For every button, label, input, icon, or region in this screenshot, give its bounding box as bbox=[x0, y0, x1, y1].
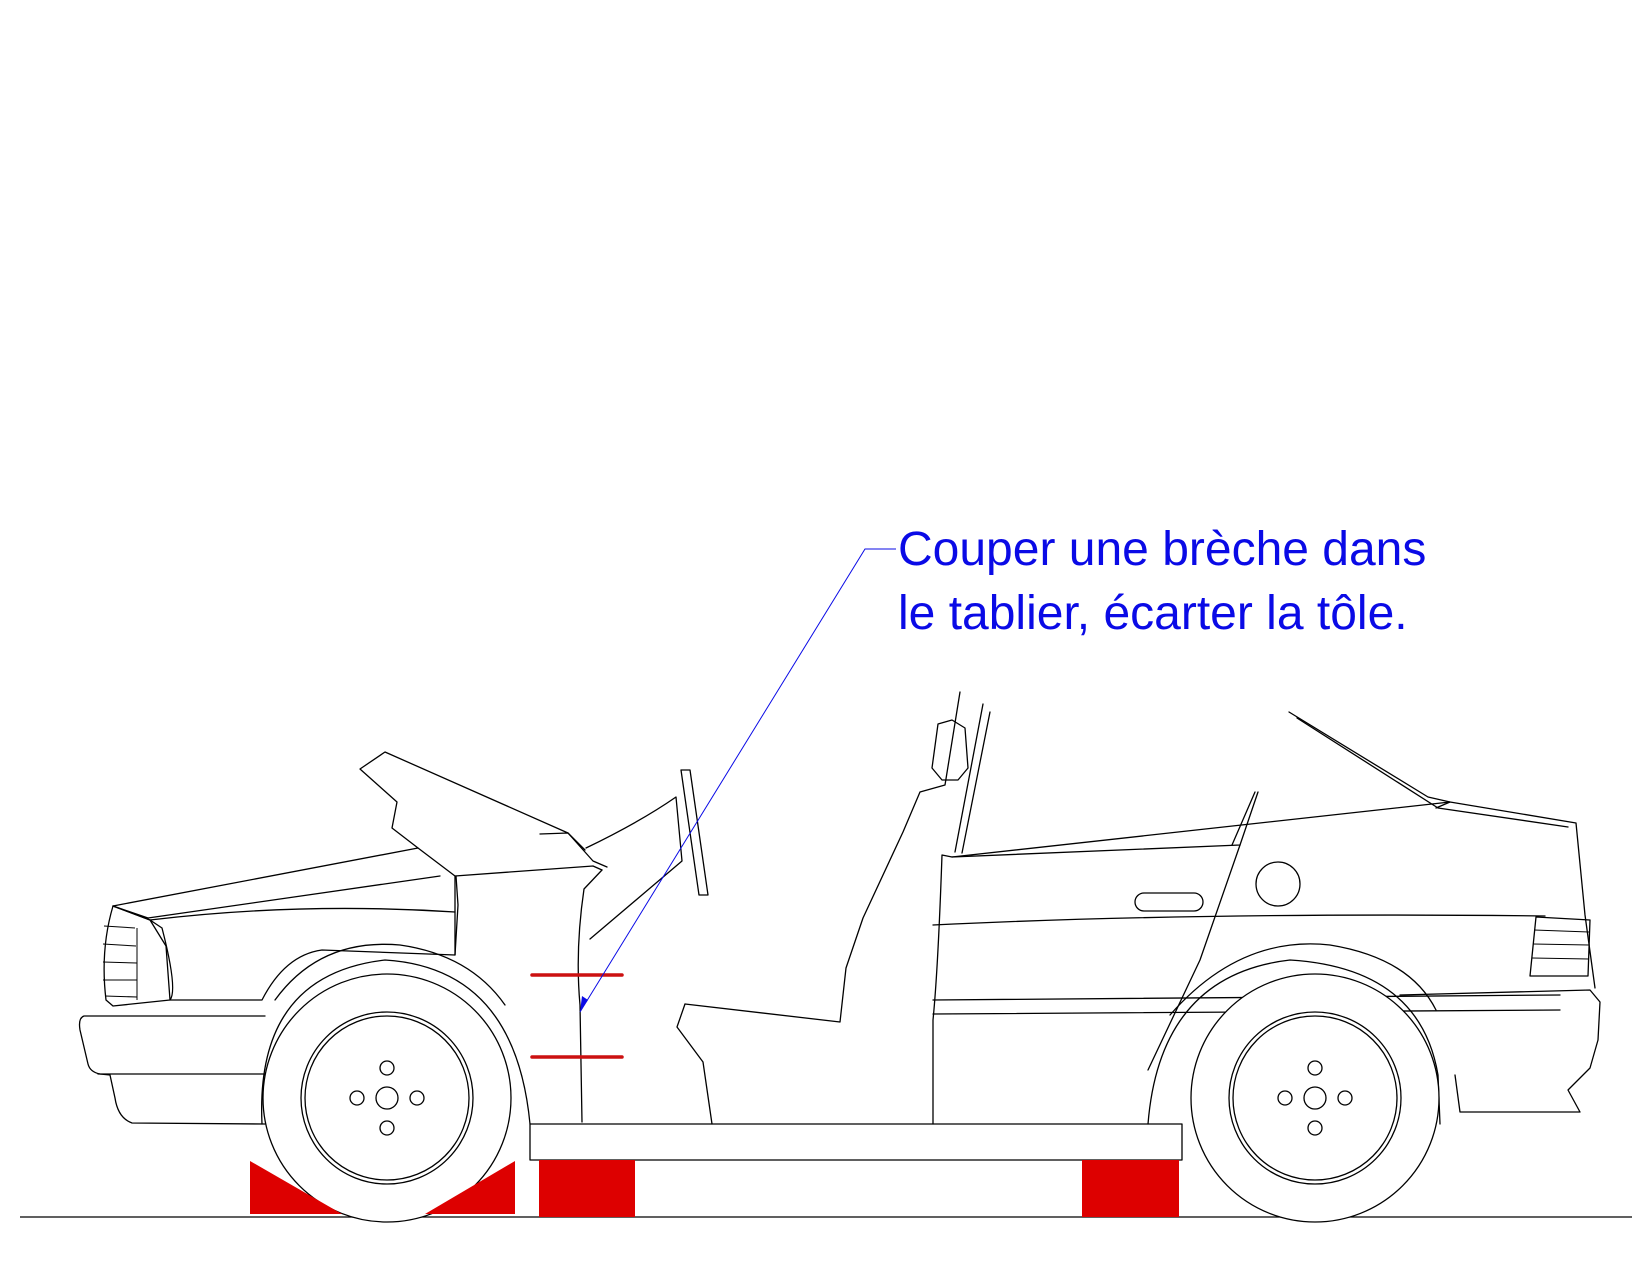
rocker-panel bbox=[529, 1123, 1183, 1161]
taillight bbox=[1529, 916, 1591, 977]
annotation-line-2: le tablier, écarter la tôle. bbox=[898, 587, 1408, 640]
front-bumper bbox=[78, 1015, 266, 1125]
leader-line bbox=[579, 548, 896, 1013]
rear-wheel bbox=[1190, 973, 1440, 1223]
cut-marks bbox=[530, 973, 624, 1059]
front-door-opening bbox=[676, 1003, 713, 1125]
door-handle bbox=[1134, 892, 1204, 912]
leader-arrowhead bbox=[580, 996, 588, 1012]
crib-block-front bbox=[539, 1160, 635, 1217]
annotation-line-1: Couper une brèche dans bbox=[898, 523, 1427, 576]
front-wheel bbox=[262, 973, 512, 1223]
headlight bbox=[103, 905, 174, 1007]
annotation-leader bbox=[579, 548, 896, 1013]
rear-roof bbox=[1288, 711, 1596, 989]
crib-block-rear bbox=[1082, 1160, 1179, 1217]
fuel-cap bbox=[1255, 861, 1301, 907]
annotation-text: Couper une brèche dans le tablier, écart… bbox=[898, 518, 1598, 646]
